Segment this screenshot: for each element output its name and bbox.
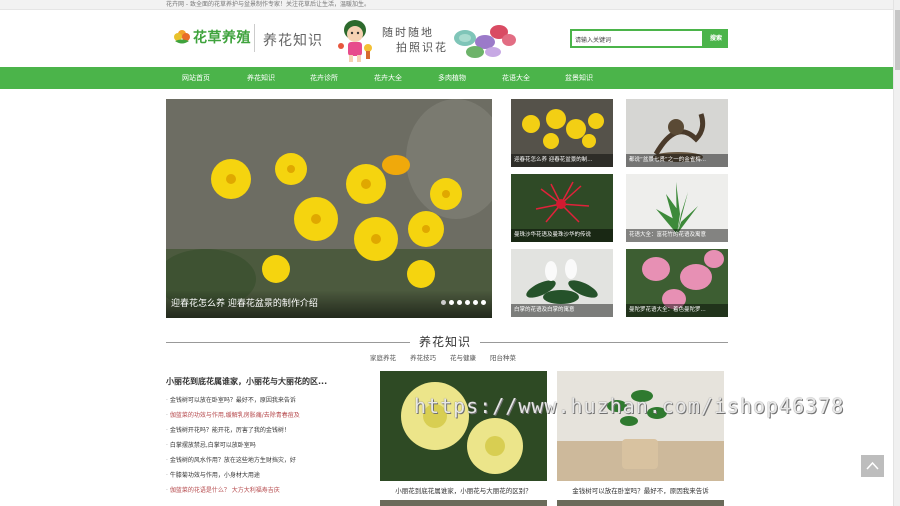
bullet: · [166,442,168,449]
slider-dot-4[interactable] [465,300,470,305]
list-item-text: 金钱树开花吗？能开花，厉害了我的金钱树！ [169,427,290,434]
logo-divider [254,24,255,52]
article-card[interactable]: 金钱树可以放在卧室吗？最好不，原因我来告诉 [557,371,724,495]
nav-bonsai[interactable]: 盆景知识 [549,67,609,89]
list-item[interactable]: · 金钱树开花吗？能开花，厉害了我的金钱树！ [166,423,366,438]
card-image [380,371,547,481]
slogan: 随时随地 拍照识花 [382,25,448,55]
thumb-card[interactable]: 曼珠沙华花语及曼珠沙华的传说 [511,174,613,242]
thumb-caption: 花语大全：富花竹的花语及寓意 [626,229,728,242]
bullet: · [166,412,168,419]
card-preview-strip [380,500,547,506]
list-item-text: 牛膝菊功效与作用，小身材大用途 [169,472,260,479]
section-divider-right [480,342,728,343]
thumb-card[interactable]: 都说“盆景七贤”之一的金雀梅... [626,99,728,167]
top-info-bar: 花卉网 - 致全面的花草养护与盆景制作专家！关注花草后让生活，温暖加生。 [0,0,900,10]
thumb-card[interactable]: 花语大全：富花竹的花语及寓意 [626,174,728,242]
tab-home-flowers[interactable]: 家庭养花 [370,352,396,362]
nav-flower-encyclopedia[interactable]: 花卉大全 [358,67,418,89]
list-item[interactable]: · 金钱树的风水作用？放在这些地方生财挡灾，好 [166,453,366,468]
thumb-caption: 曼珠沙华花语及曼珠沙华的传说 [511,229,613,242]
list-item-text: 伽蓝菜的花语是什么？ 大方大利福寿吉庆 [169,487,280,494]
bullet: · [166,427,168,434]
list-item[interactable]: · 金钱树可以放在卧室吗？最好不，原因我来告诉 [166,393,366,408]
nav-home[interactable]: 网站首页 [166,67,226,89]
section-title: 养花知识 [419,335,472,349]
hero-slider[interactable]: 迎春花怎么养 迎春花盆景的制作介绍 [166,99,492,318]
girl-mascot-icon [338,20,372,62]
article-list: · 金钱树可以放在卧室吗？最好不，原因我来告诉 · 伽蓝菜的功效与作用,缓解乳房… [166,393,366,498]
list-item[interactable]: · 牛膝菊功效与作用，小身材大用途 [166,468,366,483]
list-item[interactable]: · 白掌摆放禁忌,白掌可以放卧室吗 [166,438,366,453]
list-item-text: 白掌摆放禁忌,白掌可以放卧室吗 [169,442,256,449]
thumb-caption: 白掌的花语及白掌的寓意 [511,304,613,317]
bullet: · [166,472,168,479]
thumb-caption: 迎春花怎么养 迎春花盆景的制... [511,154,613,167]
list-item[interactable]: · 伽蓝菜的功效与作用,缓解乳房胀痛/去除青春痘及 [166,408,366,423]
section-divider-left [166,342,410,343]
top-info-text: 花卉网 - 致全面的花草养护与盆景制作专家！关注花草后让生活，温暖加生。 [166,1,370,8]
featured-article-title[interactable]: 小丽花到底花属谁家，小丽花与大丽花的区... [166,376,327,387]
thumb-card[interactable]: 曼陀罗花语大全：着色曼陀罗... [626,249,728,317]
scrollbar-thumb[interactable] [895,10,900,70]
tab-flower-tips[interactable]: 养花技巧 [410,352,436,362]
bullet: · [166,397,168,404]
search-input[interactable]: 请输入关键词 [570,29,704,48]
succulent-illustration-icon [454,25,516,58]
nav-flower-knowledge[interactable]: 养花知识 [231,67,291,89]
site-logo[interactable]: 花草养殖 [173,27,251,47]
tab-balcony-vegetables[interactable]: 阳台种菜 [490,352,516,362]
list-item-text: 金钱树的风水作用？放在这些地方生财挡灾，好 [169,457,296,464]
thumb-caption: 曼陀罗花语大全：着色曼陀罗... [626,304,728,317]
tab-flower-health[interactable]: 花与健康 [450,352,476,362]
nav-flower-language[interactable]: 花语大全 [486,67,546,89]
section-tabs: 家庭养花 养花技巧 花与健康 阳台种菜 [370,352,516,362]
nav-flower-clinic[interactable]: 花卉诊所 [294,67,354,89]
card-image [557,371,724,481]
list-item-text: 金钱树可以放在卧室吗？最好不，原因我来告诉 [169,397,296,404]
bullet: · [166,457,168,464]
nav-succulents[interactable]: 多肉植物 [422,67,482,89]
page-scrollbar[interactable] [893,0,900,506]
thumb-caption: 都说“盆景七贤”之一的金雀梅... [626,154,728,167]
slider-dot-1[interactable] [441,300,446,305]
card-caption: 小丽花到底花属谁家，小丽花与大丽花的区别？ [395,487,532,495]
arrow-up-icon [866,461,879,470]
card-preview-strip [557,500,724,506]
logo-text: 花草养殖 [193,30,251,46]
article-card[interactable]: 小丽花到底花属谁家，小丽花与大丽花的区别？ [380,371,547,495]
page-subtitle: 养花知识 [263,33,323,49]
card-caption: 金钱树可以放在卧室吗？最好不，原因我来告诉 [572,487,709,495]
search-button[interactable]: 搜索 [704,29,728,48]
flower-logo-icon [174,30,190,44]
list-item[interactable]: · 伽蓝菜的花语是什么？ 大方大利福寿吉庆 [166,483,366,498]
slogan-line-2: 拍照识花 [396,41,448,54]
thumb-card[interactable]: 迎春花怎么养 迎春花盆景的制... [511,99,613,167]
slider-dot-6[interactable] [481,300,486,305]
list-item-text: 伽蓝菜的功效与作用,缓解乳房胀痛/去除青春痘及 [169,412,300,419]
slider-dot-2[interactable] [449,300,454,305]
slider-dot-3[interactable] [457,300,462,305]
slider-dots [441,300,486,305]
bullet: · [166,487,168,494]
hero-slide-image [166,99,492,318]
slider-dot-5[interactable] [473,300,478,305]
watermark-text: https://www.huzhan.com/ishop46378 [414,394,845,418]
back-to-top-button[interactable] [861,455,884,477]
thumb-card[interactable]: 白掌的花语及白掌的寓意 [511,249,613,317]
main-nav: 网站首页 养花知识 花卉诊所 花卉大全 多肉植物 花语大全 盆景知识 [0,67,893,89]
site-header: 花草养殖 养花知识 随时随地 拍照识花 请输入关键词 搜索 [0,10,893,67]
slogan-line-1: 随时随地 [382,26,434,39]
slider-caption[interactable]: 迎春花怎么养 迎春花盆景的制作介绍 [171,296,318,309]
